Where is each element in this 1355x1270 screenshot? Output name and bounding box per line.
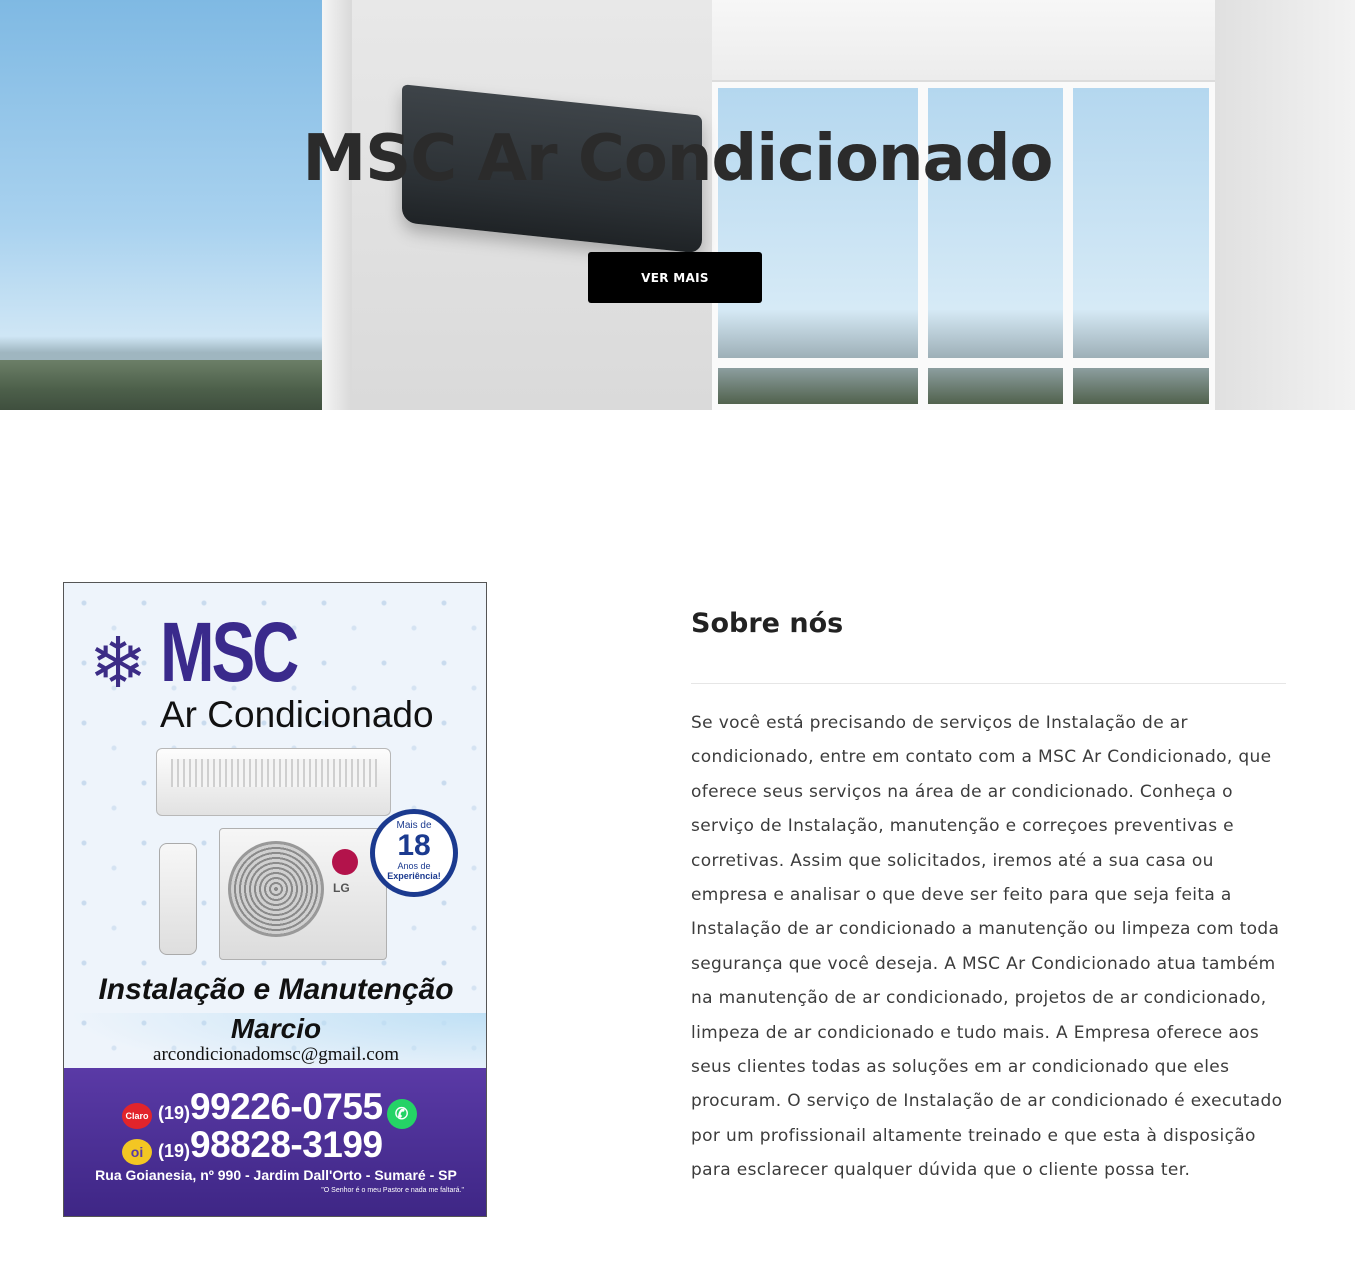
flyer-subtitle: Ar Condicionado	[160, 694, 434, 735]
phone-ddd: (19)	[158, 1103, 191, 1123]
fan-icon	[228, 841, 324, 937]
phone-ddd: (19)	[158, 1141, 191, 1161]
about-divider	[691, 683, 1286, 684]
badge-number: 18	[397, 829, 431, 862]
whatsapp-icon: ✆	[386, 1099, 417, 1129]
phone-number: 98828-3199	[190, 1124, 383, 1165]
flyer-headline: Instalação e Manutenção	[98, 973, 454, 1006]
snowflake-icon: ❄	[88, 622, 148, 704]
flyer-phone-row-2: oi (19) 98828-3199	[122, 1124, 383, 1166]
flyer-quote: "O Senhor é o meu Pastor e nada me falta…	[321, 1187, 464, 1194]
hero-trees-left	[0, 360, 322, 410]
flyer-phone-row-1: Claro (19) 99226-0755 ✆	[122, 1086, 417, 1129]
indoor-unit-image	[156, 748, 391, 816]
experience-badge: Mais de 18 Anos de Experiência!	[370, 809, 458, 897]
ver-mais-button[interactable]: VER MAIS	[588, 252, 762, 303]
badge-arc: Experiência!	[387, 871, 441, 881]
phone-number: 99226-0755	[190, 1086, 383, 1127]
outdoor-unit-image: LG	[219, 828, 387, 960]
flyer-brand: MSC	[160, 605, 299, 699]
hero-sky-left	[0, 0, 322, 410]
lg-text: LG	[333, 881, 350, 895]
lg-logo-icon	[332, 849, 358, 875]
hero-title: MSC Ar Condicionado	[302, 122, 1053, 196]
flyer-email: arcondicionadomsc@gmail.com	[153, 1044, 399, 1065]
remote-control-image	[159, 843, 197, 955]
flyer-address: Rua Goianesia, nº 990 - Jardim Dall'Orto…	[95, 1167, 457, 1183]
oi-logo-icon: oi	[122, 1139, 152, 1165]
flyer-contact-name: Marcio	[230, 1013, 322, 1044]
hero-window-transom	[718, 358, 1209, 368]
hero-window-frame	[322, 0, 352, 410]
company-flyer-image: ❄ MSC Ar Condicionado LG Mais de 18 Anos…	[63, 582, 487, 1217]
hero-banner: MSC Ar Condicionado VER MAIS	[0, 0, 1355, 410]
badge-small: Anos de	[397, 861, 431, 871]
about-text: Se você está precisando de serviços de I…	[691, 713, 1283, 1181]
hero-right-wall	[1215, 0, 1355, 410]
about-title: Sobre nós	[691, 608, 844, 639]
indoor-unit-grill	[171, 759, 377, 787]
